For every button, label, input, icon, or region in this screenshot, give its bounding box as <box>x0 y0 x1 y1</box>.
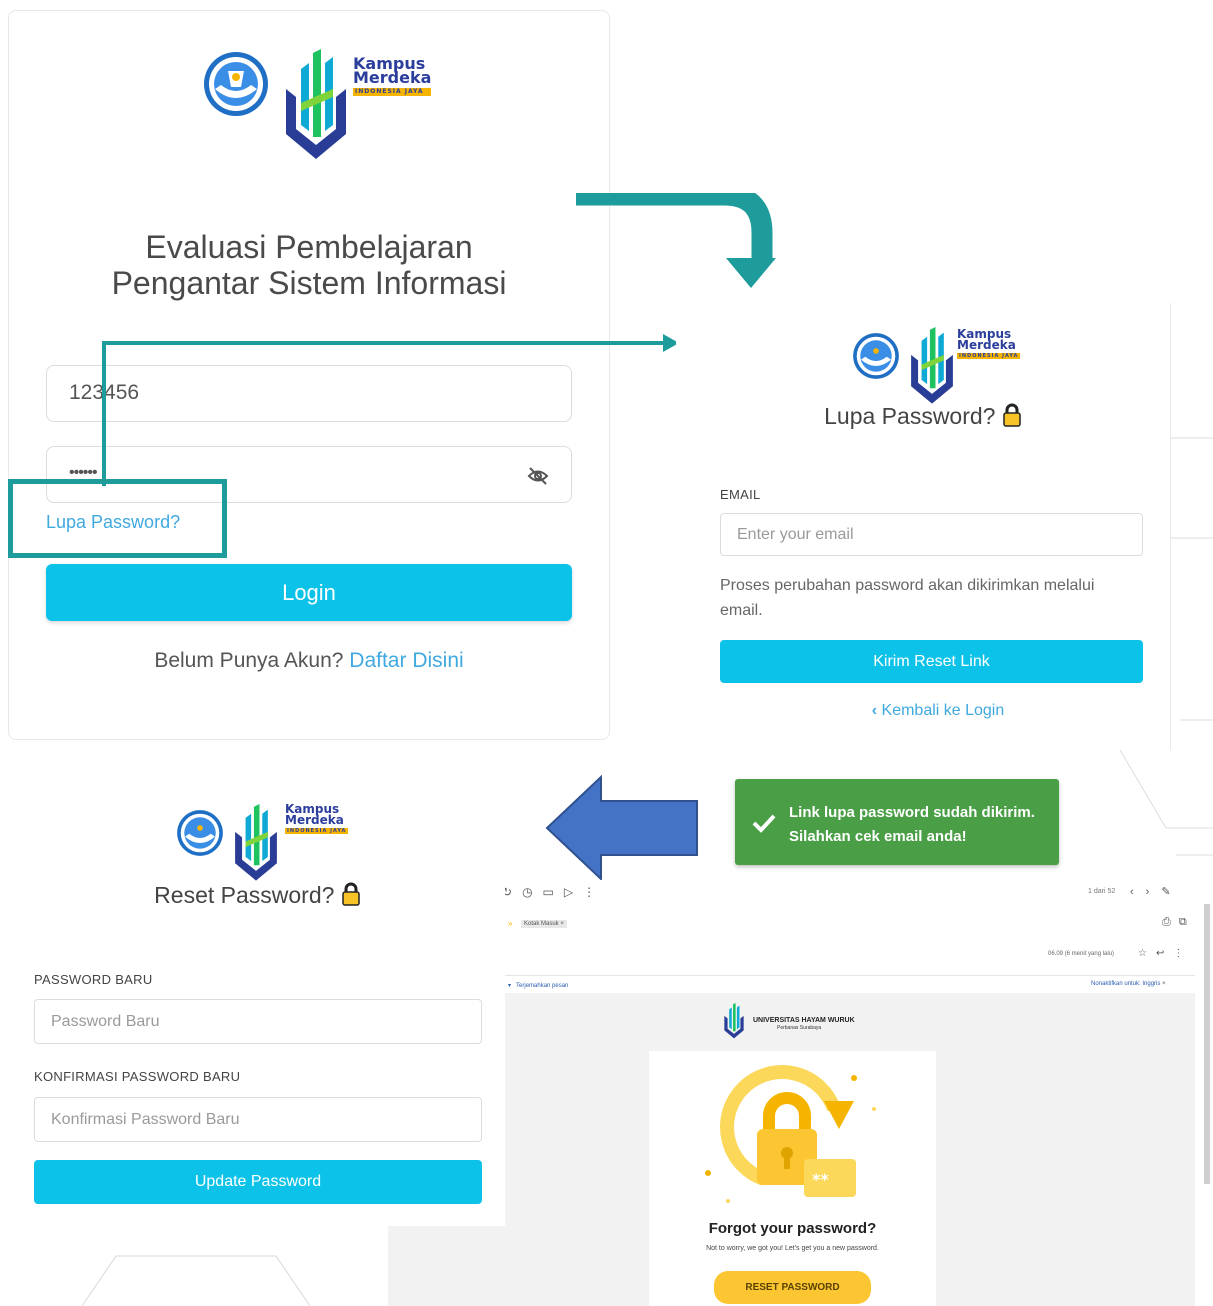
lock-reset-illustration-icon: ** <box>705 1065 876 1203</box>
tutwuri-emblem-icon <box>177 810 223 856</box>
forgot-password-panel: Kampus Merdeka INDONESIA JAYA Lupa Passw… <box>676 303 1171 750</box>
connector-arrow-icon <box>102 334 679 486</box>
logo-group: Kampus Merdeka INDONESIA JAYA <box>201 39 432 159</box>
star-icon[interactable]: ☆ <box>1138 948 1156 959</box>
print-open-icons: ⎙⧉ <box>1162 916 1195 929</box>
reset-password-panel: Kampus Merdeka INDONESIA JAYA Reset Pass… <box>0 770 505 1226</box>
update-password-button[interactable]: Update Password <box>34 1160 482 1204</box>
university-header: UNIVERSITAS HAYAM WURUK Perbanas Surabay… <box>721 1003 871 1039</box>
success-toast: Link lupa password sudah dikirim. Silahk… <box>735 779 1059 865</box>
disable-translate-link[interactable]: Nonaktifkan untuk: Inggris <box>1091 981 1160 987</box>
title-line2: Pengantar Sistem Informasi <box>111 265 507 301</box>
caret-icon: ▾ <box>508 983 512 989</box>
divider <box>505 975 1195 976</box>
open-new-icon[interactable]: ⧉ <box>1179 916 1195 928</box>
new-password-input[interactable]: Password Baru <box>34 999 482 1044</box>
back-link-label: Kembali ke Login <box>881 702 1005 719</box>
reset-title-row: Reset Password? <box>0 882 515 909</box>
pager-nav: ‹›✎ <box>1130 885 1183 898</box>
svg-text:**: ** <box>812 1170 829 1189</box>
lock-icon <box>1003 403 1021 427</box>
email-time: 06.09 (6 menit yang lalu) <box>1048 951 1115 957</box>
more-vert-icon[interactable]: ⋮ <box>1173 948 1192 959</box>
tutwuri-emblem-icon <box>853 333 899 379</box>
more-icon[interactable]: ⋮ <box>583 885 605 899</box>
title-line1: Evaluasi Pembelajaran <box>145 229 473 265</box>
email-label: EMAIL <box>720 487 761 502</box>
forgot-title-row: Lupa Password? <box>676 403 1170 430</box>
email-viewer: ↻◷▭▷⋮ 1 dari 52 ‹›✎ » Kotak Masuk × ⎙⧉ 0… <box>388 880 1210 1306</box>
university-name: UNIVERSITAS HAYAM WURUK <box>753 1017 855 1024</box>
logo-group-small: Kampus Merdeka INDONESIA JAYA <box>851 323 1021 404</box>
new-password-placeholder: Password Baru <box>51 1013 160 1030</box>
check-icon <box>752 814 776 833</box>
bent-arrow-icon <box>576 193 776 288</box>
translate-row: ▾ Terjemahkan pesan <box>508 982 568 989</box>
toast-message: Link lupa password sudah dikirim. Silahk… <box>789 801 1035 849</box>
forgot-title: Lupa Password? <box>824 403 996 429</box>
kampus-merdeka-wordmark: Kampus Merdeka INDONESIA JAYA <box>957 328 1021 359</box>
move-icon[interactable]: ▭ <box>543 885 564 899</box>
register-row: Belum Punya Akun? Daftar Disini <box>9 649 609 673</box>
email-input[interactable]: Enter your email <box>720 513 1143 556</box>
logo-tagline: INDONESIA JAYA <box>285 827 349 834</box>
logo-line2: Merdeka <box>285 812 344 827</box>
info-text: Proses perubahan password akan dikirimka… <box>720 577 1095 619</box>
disable-translate-row: Nonaktifkan untuk: Inggris × <box>1091 981 1166 987</box>
print-icon[interactable]: ⎙ <box>1162 916 1179 928</box>
page-title: Evaluasi Pembelajaran Pengantar Sistem I… <box>9 229 609 301</box>
register-link[interactable]: Daftar Disini <box>349 649 463 672</box>
pen-icon[interactable]: ✎ <box>1161 886 1182 898</box>
label-icon[interactable]: ▷ <box>564 885 583 899</box>
toast-line2: Silahkan cek email anda! <box>789 828 967 845</box>
logo-group-small: Kampus Merdeka INDONESIA JAYA <box>175 800 350 881</box>
confirm-password-label: KONFIRMASI PASSWORD BARU <box>34 1069 241 1084</box>
highlight-box <box>8 479 227 558</box>
logo-line2: Merdeka <box>353 68 432 88</box>
login-button[interactable]: Login <box>46 564 572 621</box>
university-sub: Perbanas Surabaya <box>777 1025 822 1031</box>
logo-line2: Merdeka <box>957 337 1016 352</box>
left-arrow-icon <box>545 775 698 881</box>
background-decoration <box>81 1255 311 1306</box>
kampus-merdeka-wordmark: Kampus Merdeka INDONESIA JAYA <box>285 803 349 834</box>
reset-title: Reset Password? <box>154 882 335 908</box>
send-reset-link-button[interactable]: Kirim Reset Link <box>720 640 1143 683</box>
toast-line1: Link lupa password sudah dikirim. <box>789 804 1035 821</box>
pager-text: 1 dari 52 <box>1088 888 1116 895</box>
background-decoration <box>1120 437 1213 856</box>
inbox-chip[interactable]: Kotak Masuk × <box>521 920 567 928</box>
important-icon: » <box>508 919 513 928</box>
new-password-label: PASSWORD BARU <box>34 972 153 987</box>
reply-icon[interactable]: ↩ <box>1156 948 1173 959</box>
logo-tagline: INDONESIA JAYA <box>353 87 432 96</box>
kampus-merdeka-wordmark: Kampus Merdeka INDONESIA JAYA <box>353 56 432 96</box>
kampus-merdeka-mark-icon <box>286 49 346 159</box>
reset-password-email-button[interactable]: RESET PASSWORD <box>714 1271 871 1304</box>
kampus-merdeka-mark-icon <box>235 804 277 881</box>
email-card: ** Forgot your password? Not to worry, w… <box>649 1051 936 1306</box>
prev-icon[interactable]: ‹ <box>1130 886 1146 898</box>
translate-link[interactable]: Terjemahkan pesan <box>516 983 568 989</box>
email-body-text: Not to worry, we got you! Let's get you … <box>706 1245 879 1252</box>
email-toolbar: ↻◷▭▷⋮ <box>502 885 605 899</box>
university-logo-icon <box>724 1003 744 1039</box>
snooze-icon[interactable]: ◷ <box>522 885 542 899</box>
next-icon[interactable]: › <box>1146 886 1162 898</box>
confirm-password-input[interactable]: Konfirmasi Password Baru <box>34 1097 482 1142</box>
chevron-left-icon: ‹ <box>871 702 878 719</box>
email-placeholder: Enter your email <box>737 526 854 543</box>
lock-icon <box>342 882 360 906</box>
register-prompt: Belum Punya Akun? <box>154 649 344 672</box>
close-icon[interactable]: × <box>1162 981 1166 987</box>
tutwuri-emblem-icon <box>204 52 268 116</box>
email-actions: ☆↩⋮ <box>1138 948 1192 959</box>
scrollbar[interactable] <box>1204 904 1210 1184</box>
kampus-merdeka-mark-icon <box>911 327 953 404</box>
email-heading: Forgot your password? <box>708 1220 877 1237</box>
email-body-bg-left <box>388 1223 505 1306</box>
logo-tagline: INDONESIA JAYA <box>957 352 1021 359</box>
confirm-password-placeholder: Konfirmasi Password Baru <box>51 1111 240 1128</box>
